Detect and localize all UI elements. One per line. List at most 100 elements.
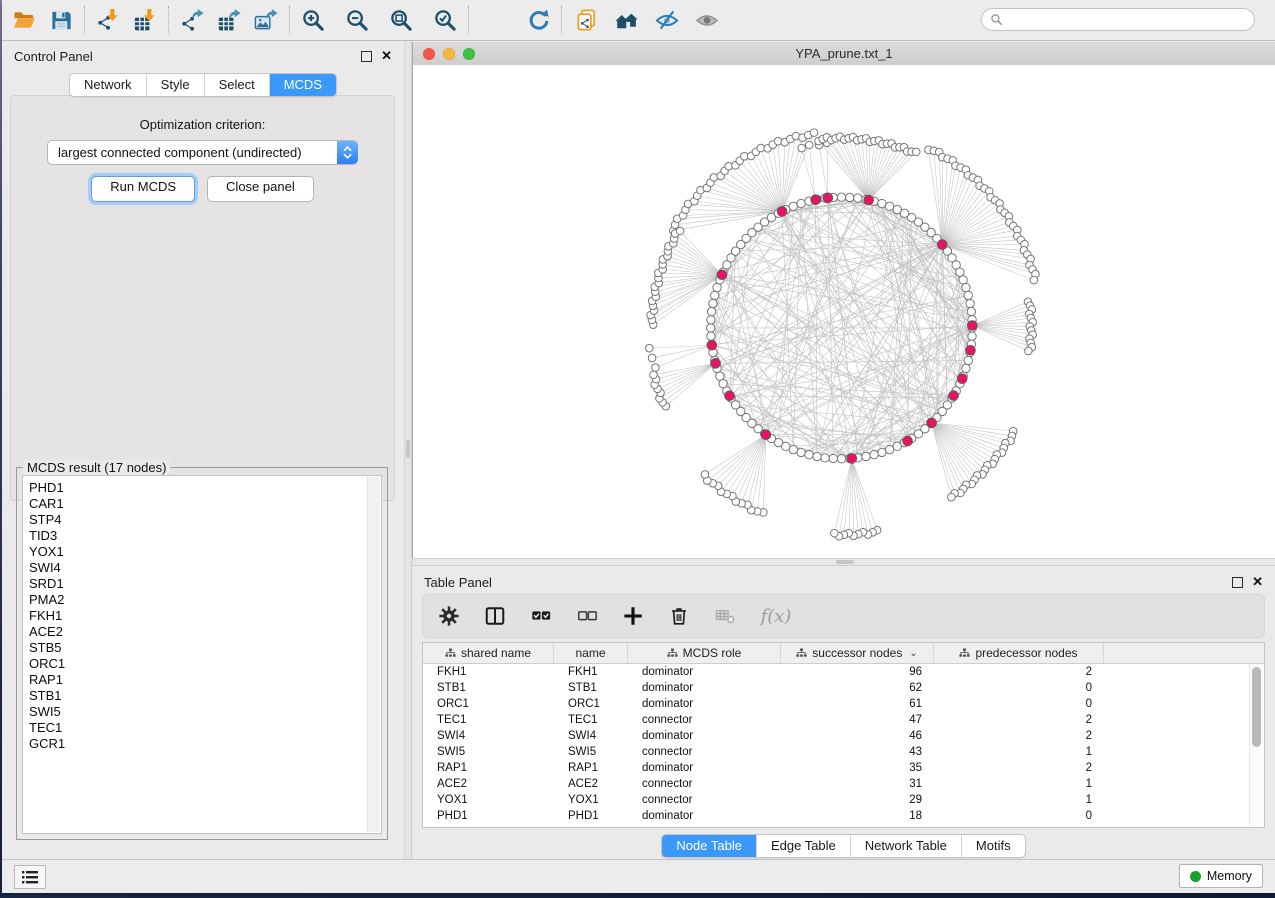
- close-panel-icon[interactable]: ✕: [381, 51, 392, 61]
- table-row[interactable]: RAP1RAP1dominator352: [423, 760, 1264, 776]
- deselect-all-icon[interactable]: [575, 604, 599, 628]
- mcds-result-list[interactable]: PHD1CAR1STP4TID3YOX1SWI4SRD1PMA2FKH1ACE2…: [24, 477, 368, 832]
- column-header-name[interactable]: name: [554, 643, 628, 663]
- export-image-icon[interactable]: [253, 7, 280, 34]
- select-all-icon[interactable]: [529, 604, 553, 628]
- optimization-select[interactable]: largest connected component (undirected): [47, 140, 358, 165]
- table-row[interactable]: TEC1TEC1connector472: [423, 712, 1264, 728]
- select-stepper-icon: [337, 141, 358, 164]
- table-cell: 62: [781, 682, 934, 694]
- tab-network-table[interactable]: Network Table: [851, 835, 962, 857]
- column-header-predecessor-nodes[interactable]: predecessor nodes: [934, 643, 1104, 663]
- add-row-icon[interactable]: [621, 604, 645, 628]
- table-cell: FKH1: [554, 666, 628, 678]
- mcds-list-scrollbar[interactable]: [367, 477, 380, 832]
- zoom-selected-icon[interactable]: [432, 7, 459, 34]
- close-panel-button[interactable]: Close panel: [207, 176, 314, 202]
- open-file-icon[interactable]: [11, 7, 38, 34]
- tab-select[interactable]: Select: [205, 74, 270, 96]
- toolbar-group: [565, 7, 730, 34]
- mcds-result-item[interactable]: STB5: [29, 640, 368, 656]
- mcds-result-item[interactable]: FKH1: [29, 608, 368, 624]
- float-panel-icon[interactable]: [1232, 577, 1243, 588]
- table-cell: 0: [934, 810, 1104, 822]
- column-header-successor-nodes[interactable]: successor nodes⌄: [781, 643, 934, 663]
- table-scrollbar[interactable]: [1249, 664, 1263, 826]
- mcds-result-item[interactable]: GCR1: [29, 736, 368, 752]
- refresh-icon[interactable]: [525, 7, 552, 34]
- vertical-splitter[interactable]: [404, 41, 412, 860]
- delete-row-icon[interactable]: [667, 604, 691, 628]
- toolbar-group: [170, 7, 289, 34]
- tab-network[interactable]: Network: [70, 74, 147, 96]
- table-cell: 46: [781, 730, 934, 742]
- memory-button[interactable]: Memory: [1179, 864, 1263, 888]
- tab-style[interactable]: Style: [147, 74, 205, 96]
- mcds-result-item[interactable]: CAR1: [29, 496, 368, 512]
- home-icon[interactable]: [614, 7, 641, 34]
- export-table-icon[interactable]: [216, 7, 243, 34]
- tab-mcds[interactable]: MCDS: [270, 74, 336, 96]
- memory-status-icon: [1190, 871, 1201, 882]
- tab-motifs[interactable]: Motifs: [962, 835, 1025, 857]
- settings-icon[interactable]: [437, 604, 461, 628]
- network-window-titlebar[interactable]: YPA_prune.txt_1: [413, 42, 1275, 66]
- network-view[interactable]: [413, 65, 1275, 558]
- search-input[interactable]: [1008, 12, 1246, 28]
- mcds-result-item[interactable]: STB1: [29, 688, 368, 704]
- mcds-result-item[interactable]: ORC1: [29, 656, 368, 672]
- splitter-handle[interactable]: [836, 560, 854, 564]
- column-header-mcds-role[interactable]: MCDS role: [628, 643, 781, 663]
- mcds-result-item[interactable]: SRD1: [29, 576, 368, 592]
- zoom-out-icon[interactable]: [344, 7, 371, 34]
- mcds-result-item[interactable]: RAP1: [29, 672, 368, 688]
- tab-edge-table[interactable]: Edge Table: [757, 835, 851, 857]
- horizontal-splitter[interactable]: [412, 558, 1275, 566]
- save-session-icon[interactable]: [48, 7, 75, 34]
- show-all-icon[interactable]: [694, 7, 721, 34]
- mcds-result-item[interactable]: YOX1: [29, 544, 368, 560]
- export-network-icon[interactable]: [179, 7, 206, 34]
- status-bar: Memory: [2, 859, 1275, 893]
- column-header-shared-name[interactable]: shared name: [423, 643, 554, 663]
- mcds-result-item[interactable]: ACE2: [29, 624, 368, 640]
- clone-network-icon[interactable]: [574, 7, 601, 34]
- import-table-icon[interactable]: [132, 7, 159, 34]
- table-cell: connector: [628, 714, 781, 726]
- table-row[interactable]: YOX1YOX1connector291: [423, 792, 1264, 808]
- table-row[interactable]: SWI4SWI4dominator462: [423, 728, 1264, 744]
- hide-selected-icon[interactable]: [654, 7, 681, 34]
- mcds-result-item[interactable]: PMA2: [29, 592, 368, 608]
- mcds-result-item[interactable]: SWI5: [29, 704, 368, 720]
- search-box[interactable]: [981, 8, 1255, 31]
- float-panel-icon[interactable]: [361, 51, 372, 62]
- run-mcds-button[interactable]: Run MCDS: [91, 176, 195, 202]
- task-history-button[interactable]: [14, 865, 46, 889]
- tab-node-table[interactable]: Node Table: [662, 835, 757, 857]
- import-network-icon[interactable]: [95, 7, 122, 34]
- split-view-icon[interactable]: [483, 604, 507, 628]
- node-table[interactable]: shared namenameMCDS rolesuccessor nodes⌄…: [422, 642, 1265, 828]
- table-row[interactable]: ORC1ORC1dominator610: [423, 696, 1264, 712]
- table-panel: Table Panel ✕ f(x) shared namenameMCDS r…: [412, 566, 1275, 860]
- zoom-in-icon[interactable]: [300, 7, 327, 34]
- mcds-result-item[interactable]: SWI4: [29, 560, 368, 576]
- mcds-result-item[interactable]: TID3: [29, 528, 368, 544]
- scrollbar-thumb[interactable]: [1252, 667, 1261, 747]
- table-row[interactable]: FKH1FKH1dominator962: [423, 664, 1264, 680]
- table-cell: 96: [781, 666, 934, 678]
- attribute-type-icon: [667, 648, 678, 659]
- close-panel-icon[interactable]: ✕: [1252, 577, 1263, 587]
- zoom-fit-icon[interactable]: [388, 7, 415, 34]
- table-row[interactable]: PHD1PHD1dominator180: [423, 808, 1264, 824]
- table-cell: SWI5: [554, 746, 628, 758]
- network-graph[interactable]: [413, 65, 1275, 558]
- mcds-result-item[interactable]: TEC1: [29, 720, 368, 736]
- table-row[interactable]: STB1STB1dominator620: [423, 680, 1264, 696]
- splitter-handle[interactable]: [406, 440, 410, 458]
- table-row[interactable]: ACE2ACE2connector311: [423, 776, 1264, 792]
- search-icon: [990, 13, 1003, 26]
- mcds-result-item[interactable]: PHD1: [29, 480, 368, 496]
- mcds-result-item[interactable]: STP4: [29, 512, 368, 528]
- table-row[interactable]: SWI5SWI5connector431: [423, 744, 1264, 760]
